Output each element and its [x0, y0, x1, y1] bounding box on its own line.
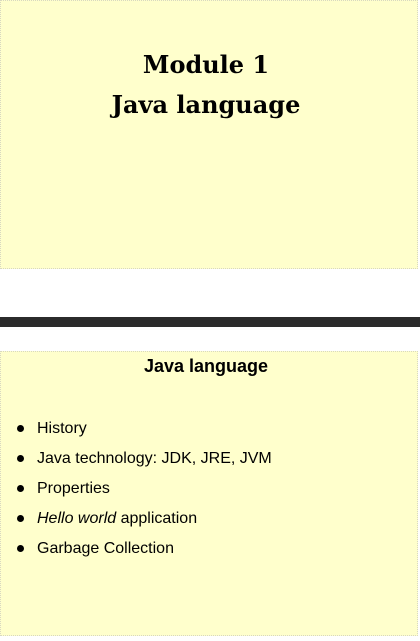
- list-item-text: application: [116, 510, 198, 527]
- list-item: Hello world application: [15, 504, 272, 534]
- slide-content: Java language History Java technology: J…: [0, 351, 418, 636]
- slide-title-heading: Java language: [143, 356, 269, 376]
- module-title: Module 1: [142, 50, 270, 79]
- list-item: Garbage Collection: [15, 534, 272, 564]
- bullet-icon: [17, 425, 24, 432]
- list-item: Properties: [15, 474, 272, 504]
- bullet-icon: [17, 485, 24, 492]
- bullet-icon: [17, 515, 24, 522]
- list-item-text: Java technology: JDK, JRE, JVM: [37, 450, 272, 467]
- list-item-text: Garbage Collection: [37, 540, 174, 557]
- bullet-icon: [17, 545, 24, 552]
- list-item: History: [15, 414, 272, 444]
- bullet-icon: [17, 455, 24, 462]
- list-item-emphasis: Hello world: [37, 510, 117, 527]
- slide-separator: [0, 317, 420, 327]
- slide-title: Module 1 Java language: [0, 0, 418, 269]
- list-item-text: History: [37, 420, 87, 437]
- list-item: Java technology: JDK, JRE, JVM: [15, 444, 272, 474]
- list-item-text: Properties: [37, 480, 110, 497]
- bullet-list: History Java technology: JDK, JRE, JVM P…: [15, 414, 272, 564]
- module-subtitle: Java language: [111, 90, 301, 119]
